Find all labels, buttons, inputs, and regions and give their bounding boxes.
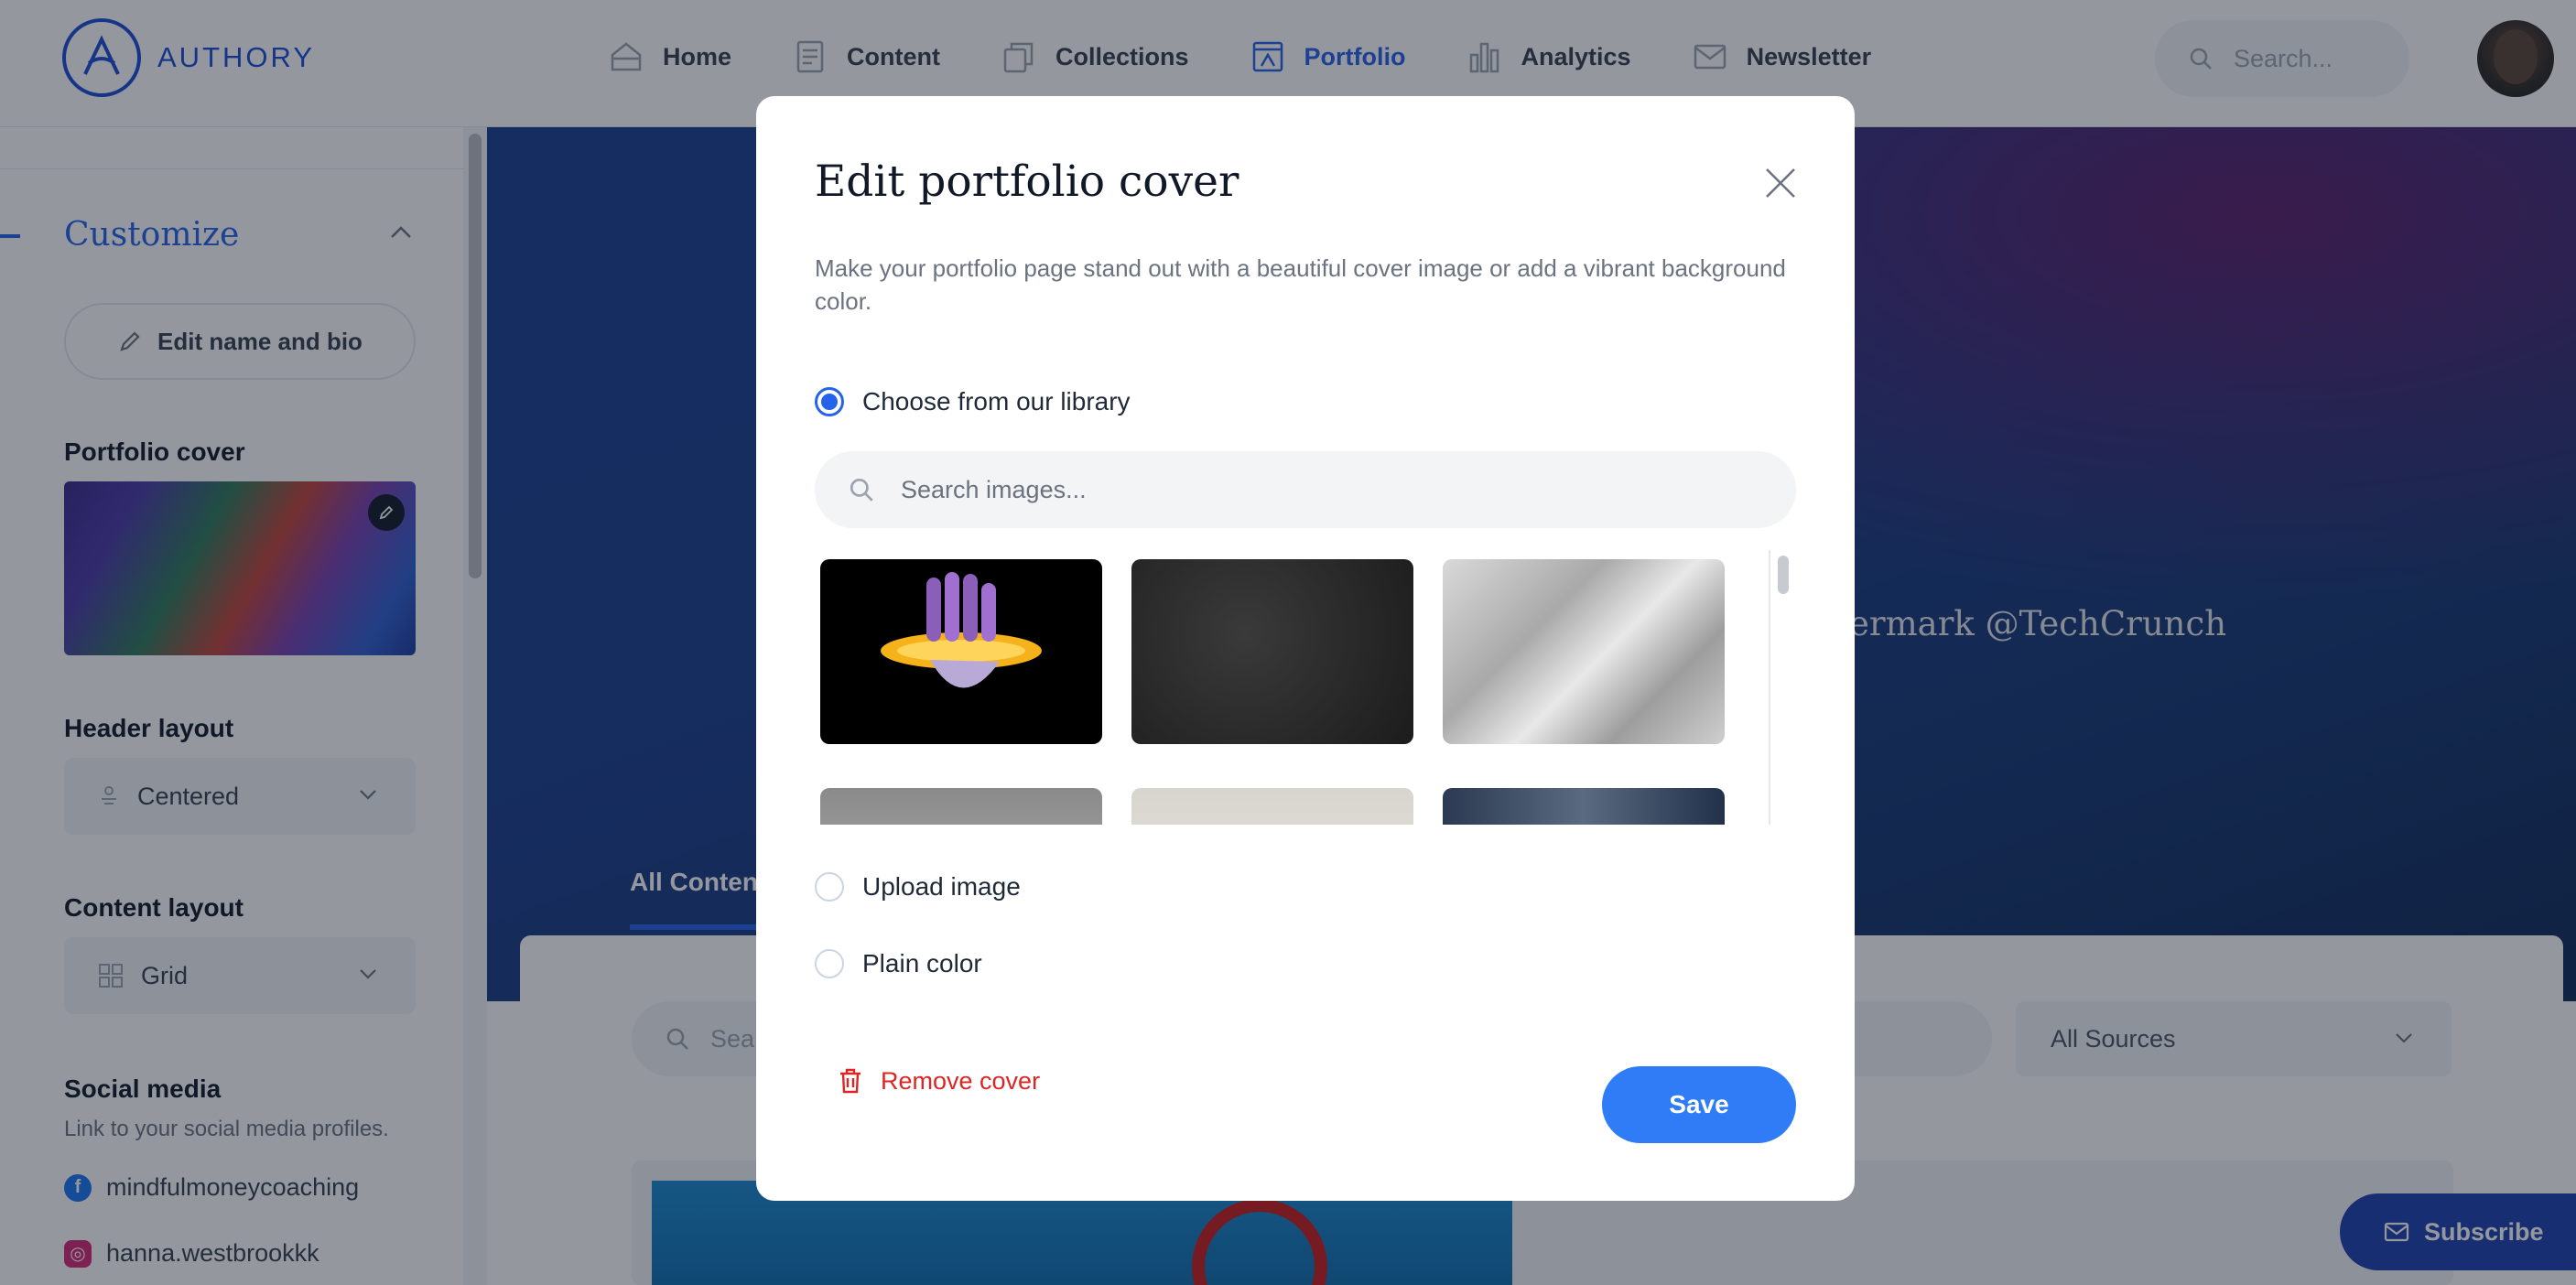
library-image-blue-grunge[interactable]: [1443, 788, 1725, 825]
library-image-gray-texture[interactable]: [820, 788, 1102, 825]
modal-title: Edit portfolio cover: [815, 157, 1239, 207]
option-library[interactable]: Choose from our library: [815, 387, 1131, 416]
option-plain-color[interactable]: Plain color: [815, 949, 982, 978]
library-image-hand[interactable]: [820, 559, 1102, 744]
image-search-input[interactable]: Search images...: [815, 451, 1796, 528]
trash-icon: [840, 1068, 860, 1094]
option-upload-label: Upload image: [862, 872, 1021, 901]
close-button[interactable]: [1756, 158, 1805, 208]
option-library-label: Choose from our library: [862, 387, 1131, 416]
library-image-gray-polygons[interactable]: [1443, 559, 1725, 744]
option-plain-label: Plain color: [862, 949, 982, 977]
save-button[interactable]: Save: [1602, 1066, 1796, 1143]
radio-upload[interactable]: [815, 872, 844, 902]
image-search-placeholder: Search images...: [901, 475, 1087, 503]
library-image-dark-grunge[interactable]: [1131, 559, 1413, 744]
image-grid-scrollbar-thumb[interactable]: [1778, 556, 1789, 594]
close-icon: [1766, 168, 1795, 198]
modal-description: Make your portfolio page stand out with …: [815, 254, 1786, 315]
option-upload[interactable]: Upload image: [815, 872, 1021, 902]
search-icon: [850, 478, 873, 502]
edit-cover-modal: Edit portfolio cover Make your portfolio…: [756, 96, 1855, 1201]
remove-cover-label: Remove cover: [881, 1066, 1041, 1095]
radio-library[interactable]: [815, 387, 844, 416]
remove-cover-button[interactable]: Remove cover: [837, 1066, 1040, 1096]
image-library-grid: [815, 550, 1796, 825]
library-image-paper-texture[interactable]: [1131, 788, 1413, 825]
radio-plain-color[interactable]: [815, 949, 844, 978]
